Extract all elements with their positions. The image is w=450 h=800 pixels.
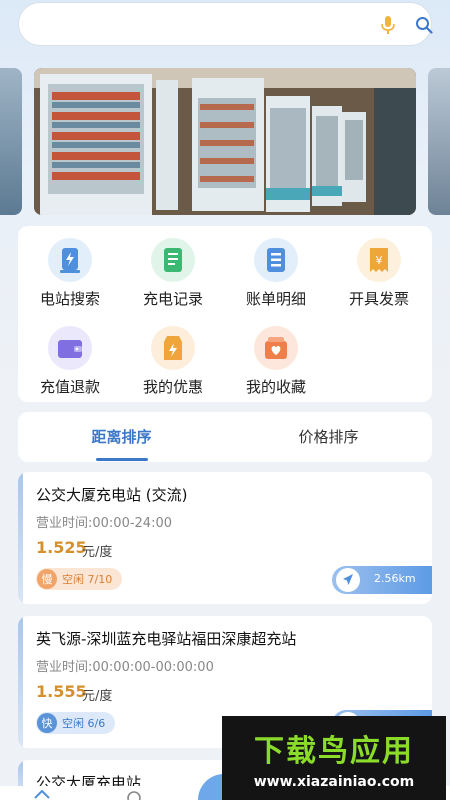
menu-item-invoice[interactable]: ¥ 开具发票 <box>327 238 431 308</box>
coupon-icon <box>151 326 195 370</box>
svg-text:¥: ¥ <box>376 254 383 267</box>
home-tab-icon[interactable] <box>34 790 50 800</box>
menu-item-my-favorites[interactable]: 我的收藏 <box>224 326 328 396</box>
charge-type-badge: 快 <box>37 713 57 733</box>
menu-label: 我的优惠 <box>142 378 203 396</box>
watermark-title: 下载鸟应用 <box>254 734 414 769</box>
menu-item-bill-detail[interactable]: 账单明细 <box>224 238 328 308</box>
navigate-button[interactable]: 2.56km <box>332 566 432 594</box>
banner-slide-prev[interactable] <box>0 68 22 215</box>
station-name: 公交大厦充电站 (交流) <box>36 486 188 504</box>
availability-text: 空闲 6/6 <box>62 717 106 730</box>
active-tab-indicator <box>96 458 148 461</box>
menu-label: 开具发票 <box>348 290 409 308</box>
station-name: 英飞源-深圳蓝充电驿站福田深康超充站 <box>36 630 297 648</box>
station-hours: 营业时间:00:00:00-00:00:00 <box>36 660 214 675</box>
bill-detail-icon <box>254 238 298 282</box>
microphone-icon[interactable] <box>381 16 395 34</box>
charge-record-icon <box>151 238 195 282</box>
charge-type-badge: 慢 <box>37 569 57 589</box>
search-bar[interactable] <box>18 2 433 46</box>
invoice-icon: ¥ <box>357 238 401 282</box>
watermark-url: www.xiazainiao.com <box>253 774 415 790</box>
menu-item-charge-record[interactable]: 充电记录 <box>121 238 225 308</box>
menu-label: 充值退款 <box>39 378 100 396</box>
watermark-logo: 下载鸟应用 www.xiazainiao.com <box>222 716 446 800</box>
status-badge: 快 空闲 6/6 <box>36 712 116 734</box>
wallet-icon <box>48 326 92 370</box>
station-hours: 营业时间:00:00-24:00 <box>36 516 172 531</box>
banner-image[interactable] <box>34 68 416 215</box>
navigation-arrow-icon <box>336 568 360 592</box>
station-card[interactable]: 公交大厦充电站 (交流) 营业时间:00:00-24:00 1.525 元/度 … <box>18 472 432 604</box>
station-price: 1.525 <box>36 538 87 557</box>
tab-distance-sort[interactable]: 距离排序 <box>18 412 225 462</box>
station-price: 1.555 <box>36 682 87 701</box>
sort-tabs: 距离排序 价格排序 <box>18 412 432 462</box>
quick-menu-card: 电站搜索 充电记录 账单明细 ¥ 开具发票 充值退款 我的优惠 我的收藏 <box>18 226 432 402</box>
station-search-icon <box>48 238 92 282</box>
menu-item-my-coupons[interactable]: 我的优惠 <box>121 326 225 396</box>
station-distance: 2.56km <box>374 572 416 585</box>
station-tab-icon[interactable] <box>126 790 142 800</box>
price-unit: 元/度 <box>82 689 113 704</box>
status-badge: 慢 空闲 7/10 <box>36 568 123 590</box>
menu-label: 充电记录 <box>142 290 203 308</box>
search-input[interactable] <box>37 3 357 45</box>
price-unit: 元/度 <box>82 545 113 560</box>
banner-slide-next[interactable] <box>428 68 450 215</box>
banner-carousel[interactable] <box>0 68 450 216</box>
tab-price-sort[interactable]: 价格排序 <box>225 412 432 462</box>
availability-text: 空闲 7/10 <box>62 573 113 586</box>
menu-label: 电站搜索 <box>39 290 100 308</box>
search-icon[interactable] <box>415 16 433 34</box>
menu-label: 我的收藏 <box>245 378 306 396</box>
menu-item-station-search[interactable]: 电站搜索 <box>18 238 122 308</box>
favorite-icon <box>254 326 298 370</box>
menu-label: 账单明细 <box>245 290 306 308</box>
menu-item-recharge-refund[interactable]: 充值退款 <box>18 326 122 396</box>
